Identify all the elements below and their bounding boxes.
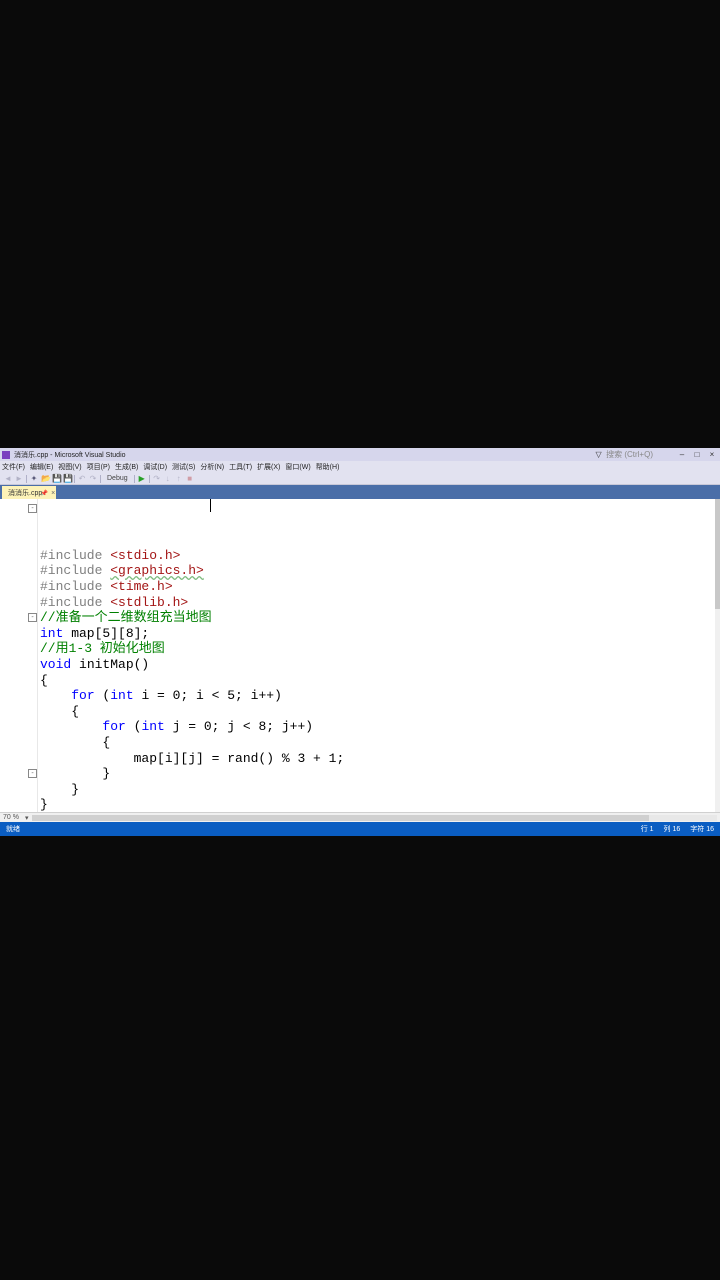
hscroll-bar: 70 % ▾ — [0, 812, 720, 822]
undo-icon[interactable]: ↶ — [78, 475, 86, 483]
gutter-line — [0, 657, 37, 673]
gutter-line — [0, 782, 37, 798]
gutter-line — [0, 641, 37, 657]
code-line[interactable]: int map[5][8]; — [40, 626, 720, 642]
gutter-line — [0, 563, 37, 579]
gutter-line — [0, 626, 37, 642]
vs-logo-icon — [2, 451, 10, 459]
gutter-line — [0, 595, 37, 611]
start-debug-icon[interactable]: ▶ — [138, 475, 146, 483]
gutter-line — [0, 797, 37, 812]
hscroll-thumb[interactable] — [32, 815, 648, 821]
code-line[interactable]: #include <graphics.h> — [40, 563, 720, 579]
tab-close-icon[interactable]: × — [51, 490, 55, 497]
close-window-button[interactable]: × — [706, 450, 718, 459]
code-line[interactable]: //用1-3 初始化地图 — [40, 641, 720, 657]
gutter-line: - — [0, 501, 37, 517]
menu-test[interactable]: 测试(S) — [172, 462, 195, 472]
status-chars: 字符 16 — [690, 824, 714, 834]
code-line[interactable]: #include <stdio.h> — [40, 548, 720, 564]
zoom-level[interactable]: 70 % — [3, 814, 19, 821]
fold-icon[interactable]: - — [28, 504, 37, 513]
code-line[interactable]: for (int i = 0; i < 5; i++) — [40, 688, 720, 704]
toolbar: ◄ ► ✦ 📂 💾 💾 ↶ ↷ Debug ▶ ↷ ↓ ↑ ■ — [0, 473, 720, 485]
config-dropdown[interactable]: Debug — [104, 475, 131, 482]
code-line[interactable]: #include <stdlib.h> — [40, 595, 720, 611]
window-title: 消消乐.cpp - Microsoft Visual Studio — [14, 450, 126, 460]
titlebar: 消消乐.cpp - Microsoft Visual Studio ▽ 搜索 (… — [0, 448, 720, 461]
gutter-line — [0, 704, 37, 720]
zoom-dropdown-icon[interactable]: ▾ — [25, 814, 29, 822]
gutter-line — [0, 688, 37, 704]
save-all-icon[interactable]: 💾 — [63, 475, 71, 483]
code-line[interactable]: { — [40, 673, 720, 689]
menu-build[interactable]: 生成(B) — [115, 462, 138, 472]
nav-fwd-icon[interactable]: ► — [15, 475, 23, 483]
gutter-line — [0, 579, 37, 595]
gutter-line — [0, 548, 37, 564]
status-line: 行 1 — [641, 824, 654, 834]
pin-icon[interactable]: 📌 — [41, 490, 48, 497]
stop-icon[interactable]: ■ — [186, 475, 194, 483]
menubar: 文件(F) 编辑(E) 视图(V) 项目(P) 生成(B) 调试(D) 测试(S… — [0, 461, 720, 473]
statusbar: 就绪 行 1 列 16 字符 16 — [0, 822, 720, 836]
gutter-line — [0, 719, 37, 735]
tab-filename: 消消乐.cpp — [8, 488, 42, 498]
code-line[interactable]: //准备一个二维数组充当地图 — [40, 610, 720, 626]
menu-project[interactable]: 项目(P) — [87, 462, 110, 472]
gutter-line — [0, 751, 37, 767]
code-line[interactable]: { — [40, 735, 720, 751]
code-line[interactable]: map[i][j] = rand() % 3 + 1; — [40, 751, 720, 767]
menu-edit[interactable]: 编辑(E) — [30, 462, 53, 472]
gutter-line: - — [0, 766, 37, 782]
code-line[interactable]: } — [40, 766, 720, 782]
code-line[interactable]: { — [40, 704, 720, 720]
fold-icon[interactable]: - — [28, 613, 37, 622]
vertical-scrollbar[interactable] — [715, 499, 720, 812]
minimize-button[interactable]: – — [676, 450, 688, 459]
code-line[interactable]: #include <time.h> — [40, 579, 720, 595]
vs-window: 消消乐.cpp - Microsoft Visual Studio ▽ 搜索 (… — [0, 448, 720, 836]
step-over-icon[interactable]: ↷ — [153, 475, 161, 483]
fold-icon[interactable]: - — [28, 769, 37, 778]
code-line[interactable]: } — [40, 782, 720, 798]
maximize-button[interactable]: □ — [691, 450, 703, 459]
search-label[interactable]: 搜索 (Ctrl+Q) — [606, 450, 653, 459]
text-cursor — [210, 499, 211, 512]
gutter-line — [0, 532, 37, 548]
redo-icon[interactable]: ↷ — [89, 475, 97, 483]
scroll-thumb[interactable] — [715, 499, 720, 609]
gutter-line — [0, 673, 37, 689]
gutter-line: - — [0, 610, 37, 626]
menu-window[interactable]: 窗口(W) — [285, 462, 310, 472]
nav-back-icon[interactable]: ◄ — [4, 475, 12, 483]
search-icon[interactable]: ▽ — [594, 450, 603, 459]
menu-extensions[interactable]: 扩展(X) — [257, 462, 280, 472]
menu-view[interactable]: 视图(V) — [58, 462, 81, 472]
gutter-line — [0, 517, 37, 533]
gutter-line — [0, 735, 37, 751]
tabstrip: 消消乐.cpp 📌 × — [0, 485, 720, 499]
status-col: 列 16 — [664, 824, 681, 834]
menu-analyze[interactable]: 分析(N) — [200, 462, 224, 472]
code-editor[interactable]: #include <stdio.h>#include <graphics.h>#… — [38, 499, 720, 812]
gutter: - - - — [0, 499, 38, 812]
menu-help[interactable]: 帮助(H) — [316, 462, 340, 472]
menu-file[interactable]: 文件(F) — [2, 462, 25, 472]
editor-area: - - - #include <stdio.h>#include <graphics… — [0, 499, 720, 812]
hscroll-track[interactable] — [32, 815, 717, 821]
step-into-icon[interactable]: ↓ — [164, 475, 172, 483]
step-out-icon[interactable]: ↑ — [175, 475, 183, 483]
menu-debug[interactable]: 调试(D) — [143, 462, 167, 472]
editor-tab[interactable]: 消消乐.cpp 📌 × — [2, 486, 56, 499]
new-icon[interactable]: ✦ — [30, 475, 38, 483]
status-ready: 就绪 — [6, 824, 20, 834]
open-icon[interactable]: 📂 — [41, 475, 49, 483]
menu-tools[interactable]: 工具(T) — [229, 462, 252, 472]
code-line[interactable]: } — [40, 797, 720, 812]
code-line[interactable]: void initMap() — [40, 657, 720, 673]
save-icon[interactable]: 💾 — [52, 475, 60, 483]
code-line[interactable]: for (int j = 0; j < 8; j++) — [40, 719, 720, 735]
